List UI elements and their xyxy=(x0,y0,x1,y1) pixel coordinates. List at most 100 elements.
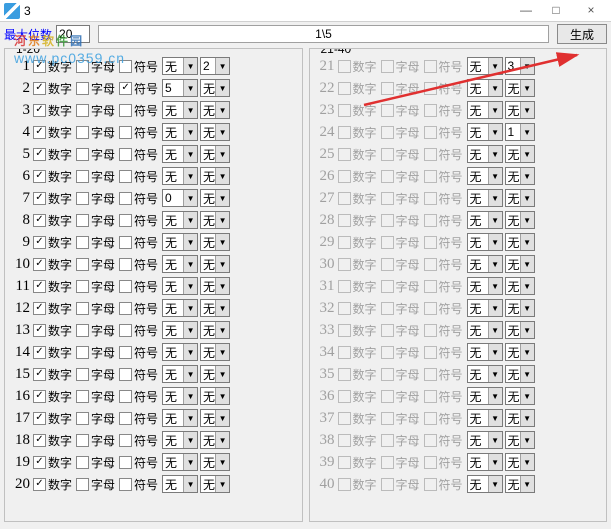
select-dropdown[interactable]: 无▼ xyxy=(467,299,503,317)
select-dropdown[interactable]: 无▼ xyxy=(505,387,535,405)
checkbox[interactable] xyxy=(119,82,132,95)
select-dropdown[interactable]: 无▼ xyxy=(505,409,535,427)
select-dropdown[interactable]: 无▼ xyxy=(200,167,230,185)
minimize-button[interactable]: — xyxy=(511,0,541,20)
select-dropdown[interactable]: 无▼ xyxy=(200,365,230,383)
checkbox[interactable] xyxy=(119,170,132,183)
select-dropdown[interactable]: 无▼ xyxy=(200,189,230,207)
select-dropdown[interactable]: 5▼ xyxy=(162,79,198,97)
checkbox[interactable] xyxy=(119,258,132,271)
maximize-button[interactable]: □ xyxy=(541,0,571,20)
checkbox[interactable] xyxy=(119,302,132,315)
select-dropdown[interactable]: 无▼ xyxy=(162,321,198,339)
checkbox[interactable] xyxy=(76,478,89,491)
select-dropdown[interactable]: 无▼ xyxy=(467,79,503,97)
checkbox[interactable] xyxy=(119,148,132,161)
select-dropdown[interactable]: 无▼ xyxy=(505,343,535,361)
select-dropdown[interactable]: 无▼ xyxy=(162,299,198,317)
select-dropdown[interactable]: 1▼ xyxy=(505,123,535,141)
checkbox[interactable] xyxy=(76,456,89,469)
checkbox[interactable] xyxy=(119,478,132,491)
select-dropdown[interactable]: 2▼ xyxy=(200,57,230,75)
select-dropdown[interactable]: 无▼ xyxy=(162,101,198,119)
select-dropdown[interactable]: 无▼ xyxy=(467,167,503,185)
checkbox[interactable] xyxy=(76,126,89,139)
checkbox[interactable] xyxy=(119,324,132,337)
select-dropdown[interactable]: 无▼ xyxy=(162,167,198,185)
select-dropdown[interactable]: 无▼ xyxy=(467,189,503,207)
checkbox[interactable] xyxy=(76,368,89,381)
select-dropdown[interactable]: 无▼ xyxy=(467,255,503,273)
checkbox[interactable] xyxy=(76,192,89,205)
select-dropdown[interactable]: 无▼ xyxy=(162,255,198,273)
checkbox[interactable] xyxy=(119,456,132,469)
select-dropdown[interactable]: 无▼ xyxy=(162,123,198,141)
select-dropdown[interactable]: 无▼ xyxy=(200,123,230,141)
select-dropdown[interactable]: 无▼ xyxy=(200,233,230,251)
select-dropdown[interactable]: 无▼ xyxy=(467,431,503,449)
checkbox[interactable] xyxy=(33,412,46,425)
checkbox[interactable] xyxy=(33,192,46,205)
checkbox[interactable] xyxy=(33,346,46,359)
select-dropdown[interactable]: 无▼ xyxy=(505,255,535,273)
checkbox[interactable] xyxy=(76,258,89,271)
checkbox[interactable] xyxy=(119,104,132,117)
checkbox[interactable] xyxy=(119,214,132,227)
checkbox[interactable] xyxy=(33,104,46,117)
select-dropdown[interactable]: 无▼ xyxy=(162,277,198,295)
select-dropdown[interactable]: 无▼ xyxy=(467,277,503,295)
checkbox[interactable] xyxy=(119,346,132,359)
select-dropdown[interactable]: 无▼ xyxy=(200,387,230,405)
select-dropdown[interactable]: 无▼ xyxy=(200,321,230,339)
checkbox[interactable] xyxy=(76,104,89,117)
checkbox[interactable] xyxy=(119,60,132,73)
checkbox[interactable] xyxy=(76,324,89,337)
select-dropdown[interactable]: 无▼ xyxy=(505,299,535,317)
select-dropdown[interactable]: 无▼ xyxy=(505,79,535,97)
checkbox[interactable] xyxy=(33,148,46,161)
checkbox[interactable] xyxy=(119,126,132,139)
select-dropdown[interactable]: 无▼ xyxy=(162,57,198,75)
checkbox[interactable] xyxy=(76,82,89,95)
checkbox[interactable] xyxy=(119,368,132,381)
select-dropdown[interactable]: 无▼ xyxy=(467,409,503,427)
generate-button[interactable]: 生成 xyxy=(557,24,607,44)
checkbox[interactable] xyxy=(33,390,46,403)
checkbox[interactable] xyxy=(119,390,132,403)
select-dropdown[interactable]: 无▼ xyxy=(162,387,198,405)
checkbox[interactable] xyxy=(33,126,46,139)
select-dropdown[interactable]: 无▼ xyxy=(162,453,198,471)
select-dropdown[interactable]: 无▼ xyxy=(200,211,230,229)
select-dropdown[interactable]: 无▼ xyxy=(505,167,535,185)
select-dropdown[interactable]: 无▼ xyxy=(200,453,230,471)
checkbox[interactable] xyxy=(33,478,46,491)
select-dropdown[interactable]: 无▼ xyxy=(467,453,503,471)
checkbox[interactable] xyxy=(33,236,46,249)
select-dropdown[interactable]: 无▼ xyxy=(200,255,230,273)
checkbox[interactable] xyxy=(119,434,132,447)
select-dropdown[interactable]: 无▼ xyxy=(162,365,198,383)
checkbox[interactable] xyxy=(33,170,46,183)
select-dropdown[interactable]: 无▼ xyxy=(505,189,535,207)
maxlen-input[interactable] xyxy=(56,25,90,43)
checkbox[interactable] xyxy=(33,456,46,469)
select-dropdown[interactable]: 无▼ xyxy=(162,233,198,251)
select-dropdown[interactable]: 无▼ xyxy=(200,101,230,119)
select-dropdown[interactable]: 无▼ xyxy=(505,453,535,471)
select-dropdown[interactable]: 无▼ xyxy=(200,431,230,449)
select-dropdown[interactable]: 无▼ xyxy=(505,233,535,251)
checkbox[interactable] xyxy=(33,258,46,271)
select-dropdown[interactable]: 无▼ xyxy=(467,233,503,251)
select-dropdown[interactable]: 无▼ xyxy=(162,475,198,493)
checkbox[interactable] xyxy=(33,60,46,73)
select-dropdown[interactable]: 无▼ xyxy=(200,409,230,427)
checkbox[interactable] xyxy=(76,412,89,425)
select-dropdown[interactable]: 无▼ xyxy=(467,123,503,141)
select-dropdown[interactable]: 无▼ xyxy=(467,145,503,163)
checkbox[interactable] xyxy=(76,170,89,183)
checkbox[interactable] xyxy=(76,346,89,359)
checkbox[interactable] xyxy=(76,236,89,249)
select-dropdown[interactable]: 无▼ xyxy=(505,145,535,163)
select-dropdown[interactable]: 无▼ xyxy=(200,145,230,163)
select-dropdown[interactable]: 无▼ xyxy=(467,101,503,119)
